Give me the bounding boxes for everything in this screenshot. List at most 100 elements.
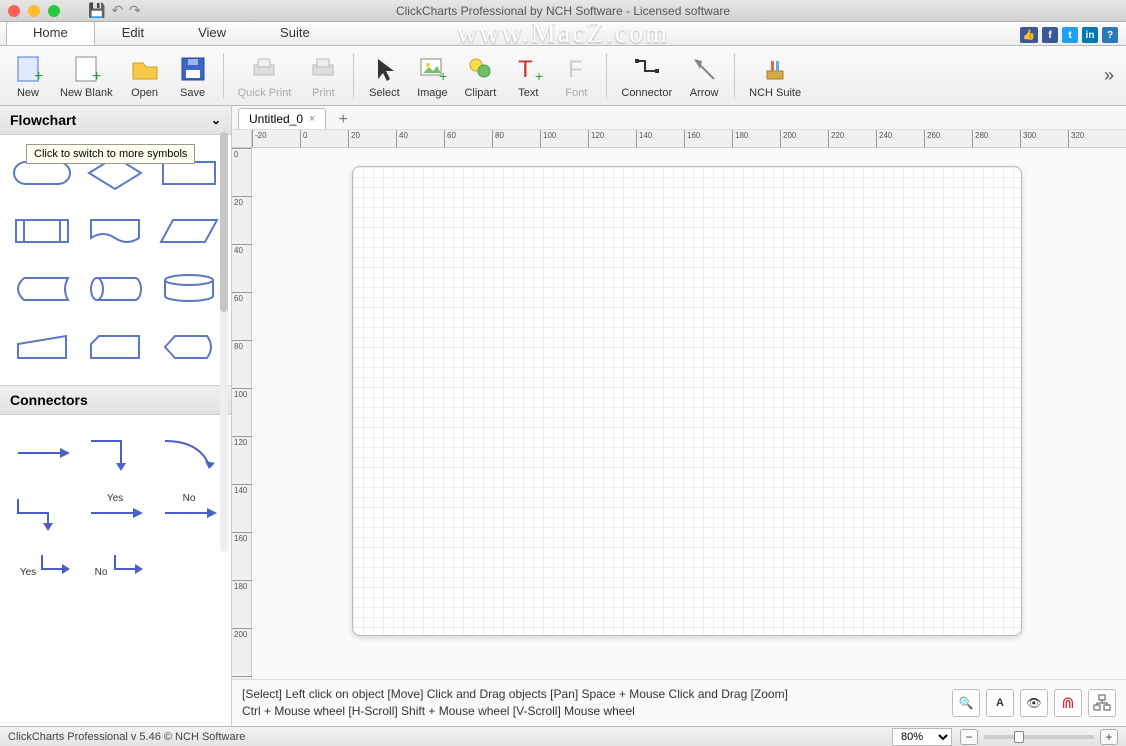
- zoom-tool-icon[interactable]: 🔍: [952, 689, 980, 717]
- font-label: Font: [565, 87, 587, 99]
- add-tab-button[interactable]: +: [332, 111, 353, 129]
- undo-icon[interactable]: ↶: [111, 2, 123, 19]
- clipart-icon: [464, 53, 496, 85]
- connector-elbow-s[interactable]: [10, 489, 74, 533]
- shape-database[interactable]: [157, 267, 221, 311]
- ribbon-separator: [353, 53, 354, 99]
- close-window-button[interactable]: [8, 5, 20, 17]
- tab-home[interactable]: Home: [6, 20, 95, 45]
- new-label: New: [17, 87, 39, 99]
- svg-text:Yes: Yes: [20, 567, 36, 578]
- flowchart-panel-header[interactable]: Flowchart ⌄: [0, 106, 231, 135]
- image-label: Image: [417, 87, 448, 99]
- open-button[interactable]: Open: [121, 49, 169, 103]
- sidebar: Flowchart ⌄ Click to switch to more symb…: [0, 106, 232, 726]
- font-button[interactable]: F Font: [552, 49, 600, 103]
- nch-suite-icon: [759, 53, 791, 85]
- hint-line-1: [Select] Left click on object [Move] Cli…: [242, 686, 952, 703]
- chevron-down-icon: ⌄: [211, 113, 221, 127]
- tab-edit[interactable]: Edit: [95, 20, 171, 45]
- redo-icon[interactable]: ↷: [129, 2, 141, 19]
- shape-display[interactable]: [157, 325, 221, 369]
- connector-elbow-down[interactable]: [84, 431, 148, 475]
- quick-print-icon: [248, 53, 280, 85]
- sidebar-scrollbar[interactable]: [220, 132, 228, 552]
- connector-button[interactable]: Connector: [613, 49, 680, 103]
- print-icon: [307, 53, 339, 85]
- text-icon: T+: [512, 53, 544, 85]
- print-button[interactable]: Print: [299, 49, 347, 103]
- arrow-button[interactable]: Arrow: [680, 49, 728, 103]
- ribbon-separator: [606, 53, 607, 99]
- shape-stored-data[interactable]: [10, 267, 74, 311]
- document-tabs: Untitled_0 × +: [232, 106, 1126, 130]
- svg-text:No: No: [95, 567, 108, 578]
- nch-suite-label: NCH Suite: [749, 87, 801, 99]
- save-label: Save: [180, 87, 205, 99]
- layout-icon[interactable]: [1088, 689, 1116, 717]
- image-button[interactable]: + Image: [408, 49, 456, 103]
- connector-curve[interactable]: [157, 431, 221, 475]
- facebook-icon[interactable]: f: [1042, 27, 1058, 43]
- status-text: ClickCharts Professional v 5.46 © NCH So…: [8, 731, 245, 743]
- svg-text:F: F: [568, 56, 583, 83]
- tab-view[interactable]: View: [171, 20, 253, 45]
- zoom-in-button[interactable]: +: [1100, 729, 1118, 745]
- select-label: Select: [369, 87, 400, 99]
- new-blank-button[interactable]: + New Blank: [52, 49, 121, 103]
- text-tool-icon[interactable]: A: [986, 689, 1014, 717]
- zoom-slider[interactable]: [984, 735, 1094, 739]
- shape-manual-input[interactable]: [10, 325, 74, 369]
- nch-suite-button[interactable]: NCH Suite: [741, 49, 809, 103]
- zoom-out-button[interactable]: −: [960, 729, 978, 745]
- ribbon-overflow-button[interactable]: »: [1096, 65, 1122, 86]
- shape-document[interactable]: [84, 209, 148, 253]
- canvas-viewport[interactable]: [252, 148, 1126, 679]
- quick-print-button[interactable]: Quick Print: [230, 49, 300, 103]
- clipart-label: Clipart: [464, 87, 496, 99]
- connector-yes[interactable]: Yes: [84, 489, 148, 533]
- zoom-select[interactable]: 80%: [892, 728, 952, 746]
- svg-text:+: +: [439, 68, 447, 84]
- shape-predefined[interactable]: [10, 209, 74, 253]
- document-tab[interactable]: Untitled_0 ×: [238, 108, 326, 129]
- linkedin-icon[interactable]: in: [1082, 27, 1098, 43]
- like-icon[interactable]: 👍: [1020, 27, 1038, 43]
- arrow-icon: [688, 53, 720, 85]
- help-icon[interactable]: ?: [1102, 27, 1118, 43]
- open-label: Open: [131, 87, 158, 99]
- arrow-label: Arrow: [690, 87, 719, 99]
- visibility-icon[interactable]: 👁: [1020, 689, 1048, 717]
- connectors-panel-header[interactable]: Connectors: [0, 385, 231, 415]
- ruler-corner: [232, 130, 252, 148]
- text-button[interactable]: T+ Text: [504, 49, 552, 103]
- save-icon[interactable]: 💾: [88, 2, 105, 19]
- clipart-button[interactable]: Clipart: [456, 49, 504, 103]
- connector-blank: [157, 547, 221, 591]
- snap-icon[interactable]: ⋒: [1054, 689, 1082, 717]
- connector-no-elbow[interactable]: No: [84, 547, 148, 591]
- connectors-header-label: Connectors: [10, 392, 88, 408]
- ribbon-separator: [223, 53, 224, 99]
- close-tab-icon[interactable]: ×: [309, 113, 315, 125]
- svg-text:T: T: [518, 56, 533, 83]
- save-button[interactable]: Save: [169, 49, 217, 103]
- canvas-page[interactable]: [352, 166, 1022, 636]
- new-button[interactable]: + New: [4, 49, 52, 103]
- shape-data[interactable]: [157, 209, 221, 253]
- connector-shapes: Yes No Yes No: [0, 415, 231, 607]
- minimize-window-button[interactable]: [28, 5, 40, 17]
- tab-suite[interactable]: Suite: [253, 20, 337, 45]
- connector-label: Connector: [621, 87, 672, 99]
- connector-no[interactable]: No: [157, 489, 221, 533]
- titlebar: 💾 ↶ ↷ ClickCharts Professional by NCH So…: [0, 0, 1126, 22]
- ribbon: + New + New Blank Open Save Quick Print …: [0, 46, 1126, 106]
- twitter-icon[interactable]: t: [1062, 27, 1078, 43]
- shape-card[interactable]: [84, 325, 148, 369]
- connector-straight[interactable]: [10, 431, 74, 475]
- shape-direct-data[interactable]: [84, 267, 148, 311]
- connector-yes-elbow[interactable]: Yes: [10, 547, 74, 591]
- maximize-window-button[interactable]: [48, 5, 60, 17]
- document-tab-label: Untitled_0: [249, 112, 303, 126]
- select-button[interactable]: Select: [360, 49, 408, 103]
